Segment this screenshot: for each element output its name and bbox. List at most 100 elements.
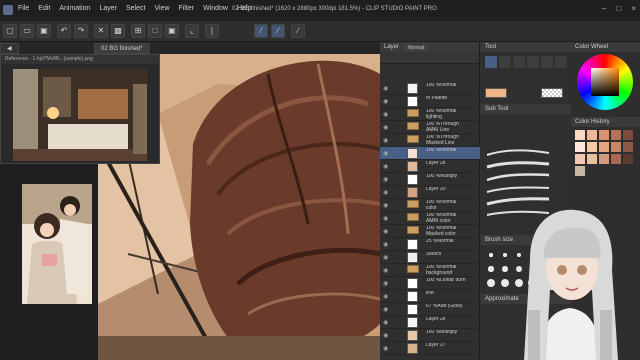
- select-all-icon[interactable]: ▣: [165, 24, 179, 38]
- color-swatch[interactable]: [587, 154, 597, 164]
- main-color-swatch[interactable]: [485, 88, 507, 98]
- transform-icon[interactable]: ⊞: [131, 24, 145, 38]
- eye-icon[interactable]: ◉: [383, 202, 391, 209]
- color-swatch[interactable]: [611, 142, 621, 152]
- color-swatch[interactable]: [575, 154, 585, 164]
- layer-row[interactable]: ◉ Layer 28: [380, 160, 480, 173]
- layer-row[interactable]: ◉ Layer 27: [380, 342, 480, 355]
- color-swatch[interactable]: [587, 130, 597, 140]
- layer-row[interactable]: ◉ line: [380, 290, 480, 303]
- menu-edit[interactable]: Edit: [38, 5, 50, 12]
- menu-view[interactable]: View: [154, 5, 169, 12]
- layer-row[interactable]: ◉ 100 %Linear burn: [380, 277, 480, 290]
- brush-preset-3[interactable]: [485, 172, 551, 182]
- layer-row[interactable]: ◉ 100 %Normal color: [380, 199, 480, 212]
- menu-window[interactable]: Window: [203, 5, 228, 12]
- layer-row[interactable]: ◉ In Palette: [380, 95, 480, 108]
- color-swatch[interactable]: [611, 130, 621, 140]
- color-swatch[interactable]: [611, 154, 621, 164]
- eye-icon[interactable]: ◉: [383, 280, 391, 287]
- brush-tool-icon[interactable]: [499, 56, 511, 68]
- eye-icon[interactable]: ◉: [383, 332, 391, 339]
- blend-mode-select[interactable]: Normal: [404, 45, 429, 51]
- eye-icon[interactable]: ◉: [383, 150, 391, 157]
- eye-icon[interactable]: ◉: [383, 345, 391, 352]
- clear-icon[interactable]: ✕: [94, 24, 108, 38]
- layer-row[interactable]: ◉ 100 %Normal AMAI color: [380, 212, 480, 225]
- eye-icon[interactable]: ◉: [383, 85, 391, 92]
- menu-select[interactable]: Select: [126, 5, 145, 12]
- layer-row[interactable]: ◉ Layer 20: [380, 186, 480, 199]
- layer-row[interactable]: ◉ 100 %Through Masked Line: [380, 134, 480, 147]
- color-square[interactable]: [591, 68, 619, 96]
- reference-window[interactable]: Reference - 1-hjd7Mv8N...(sample).png: [0, 54, 160, 164]
- color-swatch[interactable]: [575, 142, 585, 152]
- pen-tool-icon[interactable]: [485, 56, 497, 68]
- eye-icon[interactable]: ◉: [383, 163, 391, 170]
- deselect-icon[interactable]: □: [148, 24, 162, 38]
- eye-icon[interactable]: ◉: [383, 293, 391, 300]
- color-swatch[interactable]: [599, 154, 609, 164]
- brush-preset-4[interactable]: [485, 184, 551, 194]
- menu-animation[interactable]: Animation: [59, 5, 90, 12]
- menu-layer[interactable]: Layer: [99, 5, 117, 12]
- color-swatch[interactable]: [623, 142, 633, 152]
- eye-icon[interactable]: ◉: [383, 215, 391, 222]
- snap-grid-icon[interactable]: ∕: [271, 24, 285, 38]
- color-wheel[interactable]: [577, 54, 633, 110]
- brush-size-option[interactable]: [485, 263, 497, 275]
- crop-icon[interactable]: ⌞: [185, 24, 199, 38]
- layer-row[interactable]: ◉ 100 %Through AMAI Line: [380, 121, 480, 134]
- eye-icon[interactable]: ◉: [383, 241, 391, 248]
- close-icon[interactable]: ×: [631, 4, 636, 13]
- menu-file[interactable]: File: [18, 5, 29, 12]
- eye-icon[interactable]: ◉: [383, 176, 391, 183]
- eye-icon[interactable]: ◉: [383, 111, 391, 118]
- eye-icon[interactable]: ◉: [383, 137, 391, 144]
- layer-row[interactable]: ◉ Layer 28: [380, 316, 480, 329]
- brush-preset-1[interactable]: [485, 148, 551, 158]
- color-swatch[interactable]: [575, 166, 585, 176]
- color-swatch[interactable]: [623, 130, 633, 140]
- ruler-icon[interactable]: ∣: [205, 24, 219, 38]
- layer-row[interactable]: ◉ 100 %Normal: [380, 147, 480, 160]
- color-swatch[interactable]: [587, 142, 597, 152]
- new-file-icon[interactable]: ▢: [3, 24, 17, 38]
- fill-tool-icon[interactable]: [527, 56, 539, 68]
- layer-row[interactable]: ◉ 67 %Add (Glow): [380, 303, 480, 316]
- eye-icon[interactable]: ◉: [383, 228, 391, 235]
- open-file-icon[interactable]: ▭: [20, 24, 34, 38]
- layer-row[interactable]: ◉ 100 %Normal lighting: [380, 108, 480, 121]
- redo-icon[interactable]: ↷: [74, 24, 88, 38]
- brush-size-option[interactable]: [485, 277, 497, 289]
- brush-size-option[interactable]: [485, 249, 497, 261]
- eye-icon[interactable]: ◉: [383, 319, 391, 326]
- layer-row[interactable]: ◉ 100 %Multiply: [380, 329, 480, 342]
- brush-preset-2[interactable]: [485, 160, 551, 170]
- snap-icon[interactable]: ∕: [254, 24, 268, 38]
- maximize-icon[interactable]: □: [616, 4, 621, 13]
- blend-tool-icon[interactable]: [555, 56, 567, 68]
- tab-canvas-previous[interactable]: ◀: [0, 43, 19, 54]
- color-swatch[interactable]: [599, 130, 609, 140]
- color-swatch[interactable]: [623, 154, 633, 164]
- tab-canvas[interactable]: 02 BG finished*: [94, 43, 150, 54]
- menu-filter[interactable]: Filter: [179, 5, 195, 12]
- layer-row[interactable]: ◉ 100 %Normal: [380, 82, 480, 95]
- layer-row[interactable]: ◉ Sketch: [380, 251, 480, 264]
- eye-icon[interactable]: ◉: [383, 306, 391, 313]
- color-swatch[interactable]: [575, 130, 585, 140]
- save-icon[interactable]: ▣: [37, 24, 51, 38]
- layer-row[interactable]: ◉ 25 %Normal: [380, 238, 480, 251]
- eye-icon[interactable]: ◉: [383, 189, 391, 196]
- layer-row[interactable]: ◉ 100 %Multiply: [380, 173, 480, 186]
- eye-icon[interactable]: ◉: [383, 254, 391, 261]
- special-ruler-icon[interactable]: ∕: [291, 24, 305, 38]
- layer-row[interactable]: ◉ 100 %Normal background: [380, 264, 480, 277]
- eye-icon[interactable]: ◉: [383, 267, 391, 274]
- eraser-tool-icon[interactable]: [513, 56, 525, 68]
- eye-icon[interactable]: ◉: [383, 124, 391, 131]
- color-swatch[interactable]: [599, 142, 609, 152]
- eye-icon[interactable]: ◉: [383, 98, 391, 105]
- gradient-tool-icon[interactable]: [541, 56, 553, 68]
